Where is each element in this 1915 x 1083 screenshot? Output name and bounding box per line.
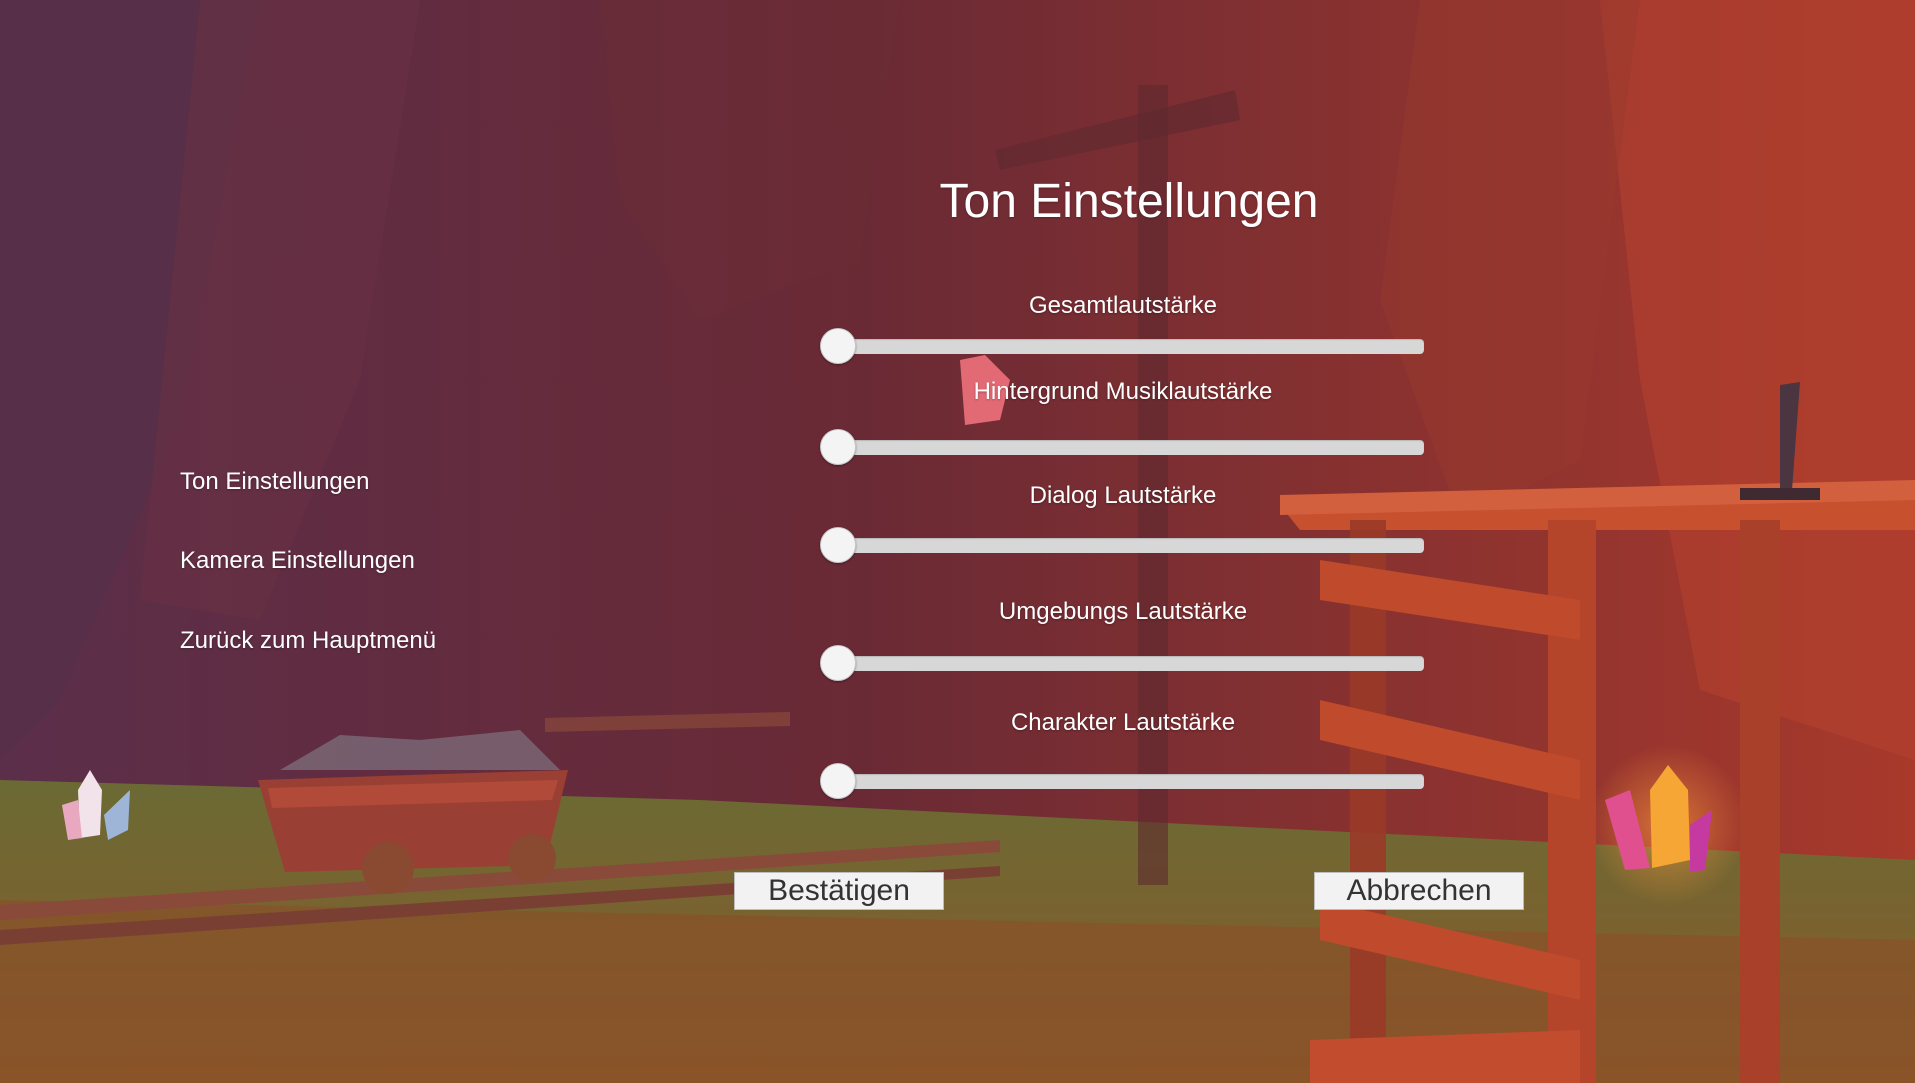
- slider-handle-master-volume[interactable]: [820, 328, 856, 364]
- slider-dialog-volume: Dialog Lautstärke: [816, 481, 1430, 563]
- cancel-button[interactable]: Abbrechen: [1314, 872, 1524, 910]
- slider-track-master-volume[interactable]: [838, 339, 1424, 354]
- slider-character-volume: Charakter Lautstärke: [816, 708, 1430, 799]
- confirm-button[interactable]: Bestätigen: [734, 872, 944, 910]
- slider-master-volume: Gesamtlautstärke: [816, 291, 1430, 371]
- side-menu-item-camera-settings[interactable]: Kamera Einstellungen: [180, 546, 415, 576]
- slider-music-volume: Hintergrund Musiklautstärke: [816, 377, 1430, 465]
- slider-track-music-volume[interactable]: [838, 440, 1424, 455]
- slider-track-dialog-volume[interactable]: [838, 538, 1424, 553]
- slider-handle-dialog-volume[interactable]: [820, 527, 856, 563]
- slider-label-ambient-volume: Umgebungs Lautstärke: [998, 598, 1248, 625]
- slider-ambient-volume: Umgebungs Lautstärke: [816, 597, 1430, 681]
- slider-handle-music-volume[interactable]: [820, 429, 856, 465]
- side-menu-item-back-to-main-menu[interactable]: Zurück zum Hauptmenü: [180, 626, 436, 656]
- side-menu-item-sound-settings[interactable]: Ton Einstellungen: [180, 467, 369, 497]
- slider-handle-character-volume[interactable]: [820, 763, 856, 799]
- page-title: Ton Einstellungen: [939, 175, 1319, 228]
- slider-track-character-volume[interactable]: [838, 774, 1424, 789]
- slider-label-character-volume: Charakter Lautstärke: [1010, 709, 1236, 736]
- slider-label-master-volume: Gesamtlautstärke: [1028, 292, 1218, 319]
- slider-label-dialog-volume: Dialog Lautstärke: [1029, 482, 1217, 509]
- slider-handle-ambient-volume[interactable]: [820, 645, 856, 681]
- slider-track-ambient-volume[interactable]: [838, 656, 1424, 671]
- slider-label-music-volume: Hintergrund Musiklautstärke: [973, 378, 1273, 405]
